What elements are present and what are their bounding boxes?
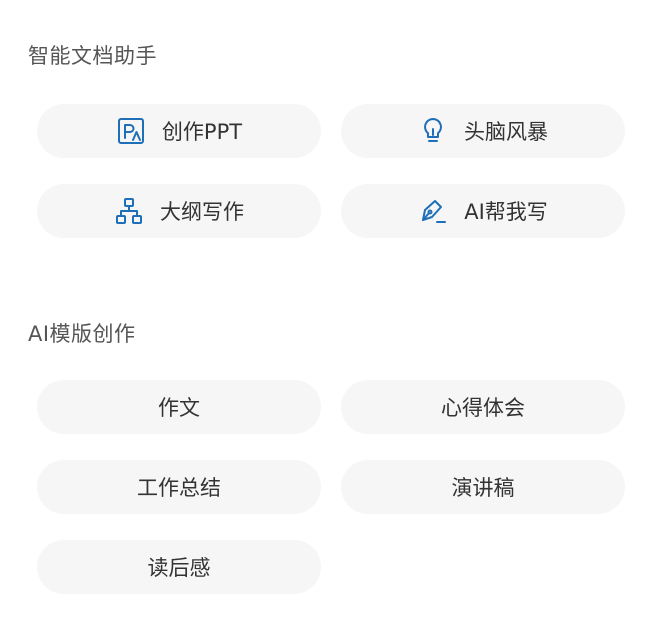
templates-section-title: AI模版创作 bbox=[28, 322, 136, 346]
template-reflection-label: 心得体会 bbox=[441, 396, 525, 420]
template-speech-button[interactable]: 演讲稿 bbox=[341, 460, 625, 514]
template-book-review-button[interactable]: 读后感 bbox=[37, 540, 321, 594]
outline-tree-icon bbox=[114, 196, 144, 226]
ai-write-label: AI帮我写 bbox=[464, 200, 548, 224]
ai-write-button[interactable]: AI帮我写 bbox=[341, 184, 625, 238]
template-work-summary-button[interactable]: 工作总结 bbox=[37, 460, 321, 514]
template-work-summary-label: 工作总结 bbox=[137, 476, 221, 500]
page: 智能文档助手 创作PPT 头脑风暴 大纲写作 AI帮我写 AI模版创作 作文 心… bbox=[0, 0, 660, 632]
outline-writing-label: 大纲写作 bbox=[160, 200, 244, 224]
assistant-grid: 创作PPT 头脑风暴 大纲写作 AI帮我写 bbox=[37, 104, 625, 238]
outline-writing-button[interactable]: 大纲写作 bbox=[37, 184, 321, 238]
create-ppt-label: 创作PPT bbox=[161, 120, 243, 144]
template-essay-button[interactable]: 作文 bbox=[37, 380, 321, 434]
brainstorm-label: 头脑风暴 bbox=[464, 120, 548, 144]
assistant-section-title: 智能文档助手 bbox=[28, 44, 157, 68]
brainstorm-button[interactable]: 头脑风暴 bbox=[341, 104, 625, 158]
template-speech-label: 演讲稿 bbox=[451, 476, 515, 500]
create-ppt-button[interactable]: 创作PPT bbox=[37, 104, 321, 158]
templates-grid: 作文 心得体会 工作总结 演讲稿 读后感 bbox=[37, 380, 625, 594]
template-reflection-button[interactable]: 心得体会 bbox=[341, 380, 625, 434]
lightbulb-icon bbox=[418, 116, 448, 146]
pen-write-icon bbox=[418, 196, 448, 226]
ppt-icon bbox=[116, 116, 146, 146]
template-essay-label: 作文 bbox=[158, 396, 200, 420]
template-book-review-label: 读后感 bbox=[147, 556, 211, 580]
